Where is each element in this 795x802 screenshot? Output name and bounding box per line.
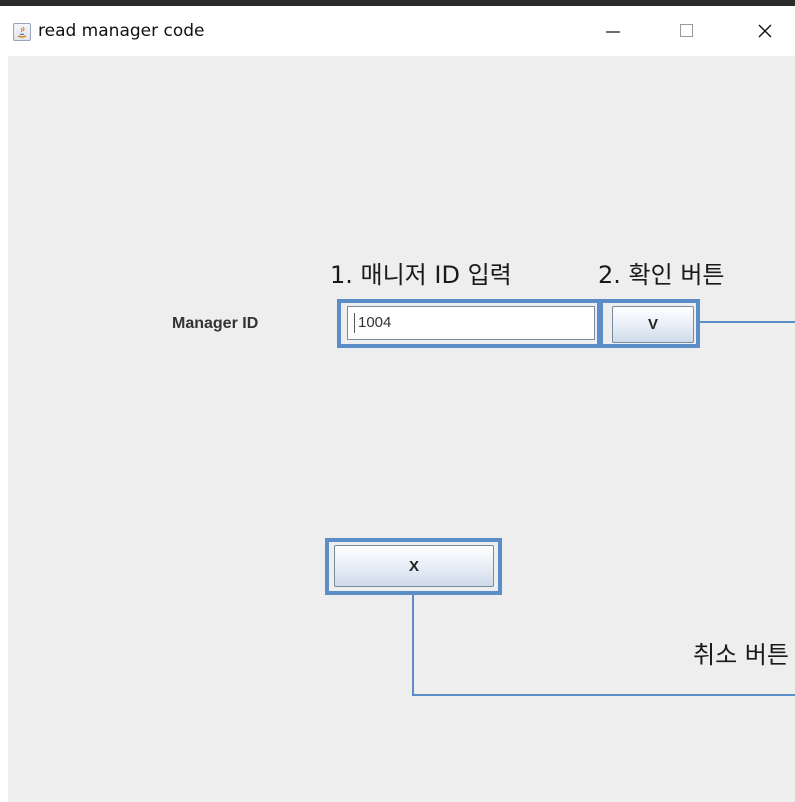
minimize-icon bbox=[606, 31, 620, 33]
annotation-step1: 1. 매니저 ID 입력 bbox=[330, 261, 512, 289]
connector-line-cancel-horizontal bbox=[412, 694, 795, 696]
manager-id-input[interactable]: 1004 bbox=[347, 306, 595, 340]
annotation-cancel: 취소 버튼 bbox=[693, 641, 789, 669]
java-app-icon bbox=[13, 23, 31, 41]
annotation-step2: 2. 확인 버튼 bbox=[598, 261, 725, 289]
content-panel bbox=[8, 56, 795, 802]
minimize-button[interactable] bbox=[590, 6, 636, 56]
connector-line-ok bbox=[700, 321, 795, 323]
confirm-button[interactable]: V bbox=[612, 306, 694, 343]
window-left-edge bbox=[0, 56, 8, 802]
maximize-icon bbox=[680, 24, 693, 37]
cancel-button[interactable]: X bbox=[334, 545, 494, 587]
close-button[interactable] bbox=[742, 6, 788, 56]
connector-line-cancel-vertical bbox=[412, 595, 414, 696]
close-icon bbox=[758, 24, 772, 38]
maximize-button[interactable] bbox=[664, 6, 710, 56]
manager-id-label: Manager ID bbox=[172, 315, 259, 332]
window-title: read manager code bbox=[38, 21, 205, 41]
app-window: read manager code 1. 매니저 ID 입력 2. 확인 버튼 … bbox=[0, 0, 795, 802]
